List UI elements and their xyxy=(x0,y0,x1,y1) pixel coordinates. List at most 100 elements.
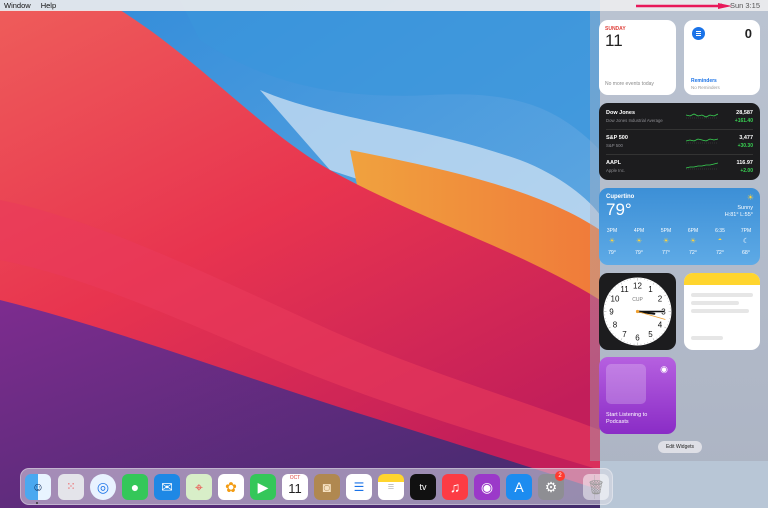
stock-change: +161.40 xyxy=(734,118,753,124)
reminders-app-icon[interactable]: ☰ xyxy=(346,474,372,500)
notes-widget[interactable] xyxy=(684,273,760,350)
trash-icon[interactable]: 🗑 xyxy=(583,474,609,500)
stock-sparkline xyxy=(686,162,718,170)
notes-header xyxy=(684,273,760,285)
clock-number: 9 xyxy=(609,308,614,317)
clock-face: CUP 121234567891011 xyxy=(603,277,672,346)
clock-number: 6 xyxy=(635,334,640,343)
note-placeholder-line xyxy=(691,293,753,297)
app-store-icon[interactable]: A xyxy=(506,474,532,500)
hour-temp: 72° xyxy=(715,250,724,256)
stock-row[interactable]: S&P 500 S&P 500 3,477 +30.30 xyxy=(606,131,753,153)
tv-label: tv xyxy=(419,482,427,492)
weather-hour: 4PM ☀ 79° xyxy=(629,228,649,256)
clock-number: 8 xyxy=(613,321,618,330)
clock-number: 10 xyxy=(611,295,620,304)
hour-temp: 79° xyxy=(607,250,616,256)
menu-help[interactable]: Help xyxy=(41,1,56,10)
calendar-widget[interactable]: SUNDAY 11 No more events today xyxy=(599,20,676,95)
clock-number: 11 xyxy=(620,285,629,294)
clock-number: 7 xyxy=(622,330,627,339)
hour-temp: 79° xyxy=(634,250,643,256)
stock-name: S&P 500 xyxy=(606,143,623,148)
podcast-artwork xyxy=(606,364,646,404)
stock-price: 3,477 xyxy=(739,135,753,141)
edit-widgets-button[interactable]: Edit Widgets xyxy=(658,441,702,453)
reminders-widget[interactable]: 0 Reminders No Reminders xyxy=(684,20,760,95)
clock-number: 2 xyxy=(658,295,663,304)
sun-icon: ☀ xyxy=(689,238,697,245)
stocks-widget[interactable]: Dow Jones Dow Jones Industrial Average 2… xyxy=(599,103,760,180)
hour-time: 5PM xyxy=(660,228,672,234)
stock-sparkline xyxy=(686,113,718,119)
reminders-count: 0 xyxy=(744,26,752,41)
weather-hour: 6PM ☀ 72° xyxy=(683,228,703,256)
tv-icon[interactable]: tv xyxy=(410,474,436,500)
safari-icon[interactable]: ◎ xyxy=(90,474,116,500)
hour-temp: 77° xyxy=(661,250,670,256)
moon-icon: ☾ xyxy=(742,238,750,245)
reminders-title: Reminders xyxy=(691,78,717,84)
calendar-app-icon[interactable]: OCT 11 xyxy=(282,474,308,500)
sun-icon: ☀ xyxy=(608,238,616,245)
reminders-subtitle: No Reminders xyxy=(691,85,720,90)
podcasts-widget[interactable]: ◉ Start Listening to Podcasts xyxy=(599,357,676,434)
clock-number: 4 xyxy=(658,321,663,330)
note-placeholder-line xyxy=(691,309,749,313)
calendar-date: 11 xyxy=(605,31,623,50)
weather-condition: Sunny xyxy=(737,205,753,211)
mail-icon[interactable]: ✉ xyxy=(154,474,180,500)
stock-sparkline xyxy=(686,138,718,144)
stock-name: Dow Jones Industrial Average xyxy=(606,118,663,123)
podcasts-icon: ◉ xyxy=(660,364,668,374)
launchpad-icon[interactable]: ⁙ xyxy=(58,474,84,500)
maps-icon[interactable]: ⌖ xyxy=(186,474,212,500)
facetime-icon[interactable]: ▶ xyxy=(250,474,276,500)
note-placeholder-line xyxy=(691,301,739,305)
notes-app-icon[interactable]: ≡ xyxy=(378,474,404,500)
weather-temp: 79° xyxy=(606,200,632,219)
stock-change: +2.00 xyxy=(740,168,753,174)
messages-icon[interactable]: ● xyxy=(122,474,148,500)
sun-icon: ☀ xyxy=(635,238,643,245)
annotation-arrow xyxy=(636,3,732,9)
hour-temp: 68° xyxy=(741,250,750,256)
stock-symbol: AAPL xyxy=(606,160,621,166)
sun-icon: ☀ xyxy=(746,193,754,202)
weather-hour: 5PM ☀ 77° xyxy=(656,228,676,256)
stock-symbol: S&P 500 xyxy=(606,135,628,141)
stock-price: 116.97 xyxy=(736,160,753,166)
stock-row[interactable]: Dow Jones Dow Jones Industrial Average 2… xyxy=(606,106,753,128)
notification-badge: 2 xyxy=(555,471,565,481)
clock-widget[interactable]: CUP 121234567891011 xyxy=(599,273,676,350)
hour-time: 7PM xyxy=(740,228,752,234)
running-indicator xyxy=(36,502,38,504)
music-icon[interactable]: ♫ xyxy=(442,474,468,500)
stock-price: 28,587 xyxy=(736,110,753,116)
contacts-icon[interactable]: ◙ xyxy=(314,474,340,500)
finder-icon[interactable]: ☺ xyxy=(25,474,51,500)
stock-row[interactable]: AAPL Apple Inc. 116.97 +2.00 xyxy=(606,156,753,178)
divider xyxy=(606,129,753,130)
hour-time: 6:35 xyxy=(715,228,725,234)
dock: ☺ ⁙ ◎ ● ✉ ⌖ ✿ ▶ OCT 11 ◙ ☰ ≡ tv ♫ ◉ A ⚙ … xyxy=(20,468,613,505)
clock-number: 5 xyxy=(648,330,653,339)
clock-number: 12 xyxy=(633,282,642,291)
weather-hour: 7PM ☾ 68° xyxy=(736,228,756,256)
weather-hilo: H:81° L:55° xyxy=(724,212,753,218)
menu-window[interactable]: Window xyxy=(4,1,31,10)
menubar-clock[interactable]: Sun 3:15 xyxy=(730,1,760,10)
weather-widget[interactable]: Cupertino 79° ☀ Sunny H:81° L:55° 3PM ☀ 79… xyxy=(599,188,760,265)
calendar-no-events: No more events today xyxy=(605,81,654,87)
podcasts-app-icon[interactable]: ◉ xyxy=(474,474,500,500)
clock-number: 1 xyxy=(648,285,653,294)
stock-change: +30.30 xyxy=(737,143,753,149)
podcasts-text: Start Listening to Podcasts xyxy=(606,412,648,425)
list-icon xyxy=(692,27,705,40)
hour-temp: 72° xyxy=(688,250,697,256)
photos-icon[interactable]: ✿ xyxy=(218,474,244,500)
hour-time: 6PM xyxy=(687,228,699,234)
stock-symbol: Dow Jones xyxy=(606,110,636,116)
divider xyxy=(606,154,753,155)
hour-time: 3PM xyxy=(606,228,618,234)
